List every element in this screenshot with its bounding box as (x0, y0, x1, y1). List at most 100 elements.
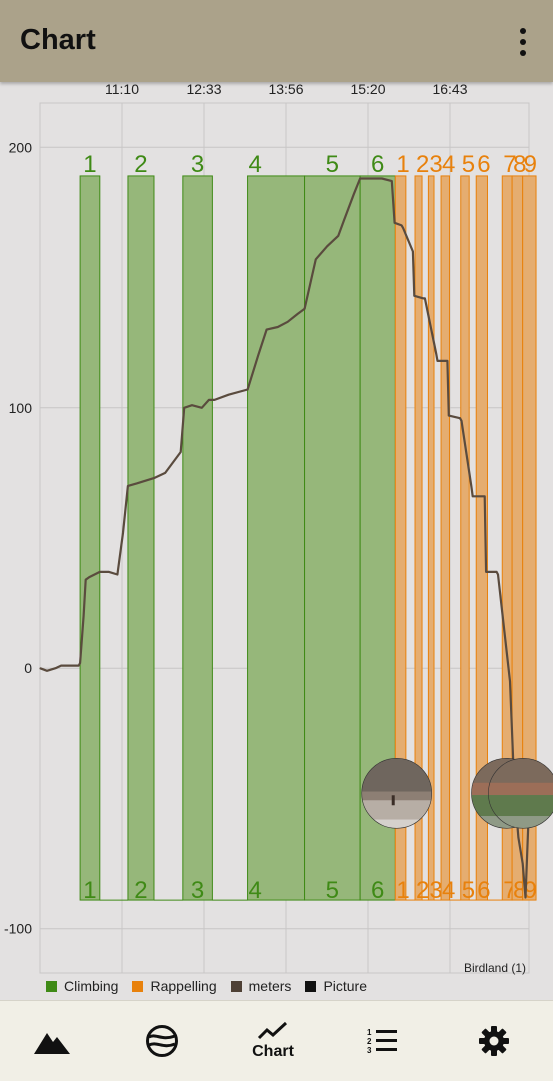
climb-label-bottom: 4 (249, 877, 262, 904)
climb-label-top: 3 (191, 151, 204, 178)
y-tick-label: 200 (9, 139, 33, 155)
climb-label-top: 4 (249, 151, 262, 178)
nav-pitches[interactable]: 1 2 3 (343, 1001, 423, 1081)
altitude-point (371, 177, 373, 180)
altitude-point (164, 472, 166, 474)
rappelling-band (440, 175, 450, 901)
altitude-point (459, 417, 461, 419)
nav-settings[interactable] (454, 1001, 534, 1081)
altitude-point (180, 451, 182, 453)
altitude-point (485, 571, 487, 573)
altitude-point (326, 245, 328, 247)
nav-globe[interactable] (122, 1001, 202, 1081)
rappel-label-top: 3 (429, 151, 442, 178)
rappel-label-top: 6 (477, 151, 490, 178)
legend-label: Climbing (64, 978, 119, 994)
legend-label: meters (248, 978, 292, 994)
y-tick-label: 100 (9, 400, 33, 416)
legend-swatch (46, 980, 57, 992)
altitude-point (83, 615, 85, 617)
gear-icon (479, 1026, 509, 1056)
climbing-band (79, 175, 101, 901)
altitude-point (54, 667, 57, 669)
legend-swatch (132, 980, 144, 992)
rappel-label-top: 4 (442, 151, 455, 178)
app-bar: Chart (0, 0, 553, 82)
altitude-point (303, 308, 306, 310)
altitude-point (446, 360, 448, 362)
altitude-point (246, 388, 249, 391)
altitude-point (153, 477, 155, 479)
altitude-point (78, 665, 80, 667)
altitude-point (413, 295, 415, 297)
altitude-point (213, 399, 216, 401)
rappel-label-top: 9 (524, 151, 537, 178)
altitude-point (394, 222, 396, 224)
altitude-point (277, 326, 279, 328)
globe-icon (146, 1025, 178, 1057)
nav-chart-label: Chart (252, 1043, 294, 1060)
picture-vegetation (488, 795, 553, 817)
altitude-point (183, 407, 185, 409)
altitude-point (201, 407, 203, 409)
altitude-point (509, 680, 511, 682)
climb-label-top: 6 (371, 151, 384, 178)
climb-label-top: 5 (326, 151, 339, 178)
altitude-point (136, 482, 138, 484)
climbing-band (304, 175, 361, 901)
altitude-point (381, 177, 383, 180)
altitude-point (412, 250, 414, 253)
nav-routes[interactable] (12, 1001, 92, 1081)
altitude-point (108, 571, 110, 573)
legend-item: Picture (305, 978, 367, 994)
altitude-point (99, 571, 101, 573)
legend-label: Picture (323, 978, 368, 994)
altitude-point (460, 420, 463, 422)
more-menu-icon[interactable] (517, 28, 529, 56)
altitude-point (68, 665, 71, 667)
rappel-label-top: 2 (416, 151, 429, 178)
altitude-point (265, 329, 268, 331)
altitude-point (359, 177, 361, 180)
altitude-point (122, 532, 124, 534)
chart-plot[interactable]: 11:10 12:33 13:56 15:20 16:432001000-1001122… (0, 82, 553, 1000)
chart-watermark: Birdland (1) (464, 961, 526, 975)
altitude-point (208, 399, 210, 401)
climbing-band (182, 175, 213, 901)
numbered-list-icon: 1 2 3 (367, 1028, 397, 1055)
altitude-point (524, 896, 527, 899)
altitude-point (60, 665, 62, 667)
altitude-point (472, 495, 474, 497)
altitude-point (522, 862, 524, 865)
climb-label-bottom: 1 (83, 877, 96, 904)
x-tick-label: 11:10 (105, 82, 139, 97)
altitude-point (448, 414, 450, 417)
climb-label-top: 1 (83, 151, 96, 178)
climb-label-bottom: 6 (371, 877, 384, 904)
legend-item: Rappelling (132, 978, 217, 994)
rappel-label-top: 5 (462, 151, 475, 178)
x-tick-label: 12:33 (186, 82, 221, 97)
legend-swatch (230, 980, 242, 992)
altitude-point (39, 667, 41, 669)
rappel-label-top: 1 (396, 151, 409, 178)
legend-swatch (305, 980, 317, 992)
bottom-navigation: Chart 1 2 3 (0, 1000, 553, 1081)
altitude-point (391, 180, 393, 182)
altitude-point (484, 495, 486, 497)
altitude-point (116, 573, 118, 576)
altitude-point (191, 404, 193, 406)
altitude-point (79, 662, 81, 664)
svg-text:2: 2 (367, 1037, 372, 1046)
climb-label-bottom: 2 (134, 877, 147, 904)
x-tick-label: 16:43 (432, 82, 467, 97)
nav-chart[interactable]: Chart (233, 1001, 313, 1081)
altitude-point (422, 297, 425, 299)
climbing-band (247, 175, 306, 901)
altitude-point (343, 219, 345, 221)
legend-label: Rappelling (150, 978, 217, 994)
climb-label-top: 2 (134, 151, 147, 178)
legend-item: Climbing (46, 978, 118, 994)
altitude-point (496, 571, 498, 573)
altitude-point (296, 313, 299, 315)
